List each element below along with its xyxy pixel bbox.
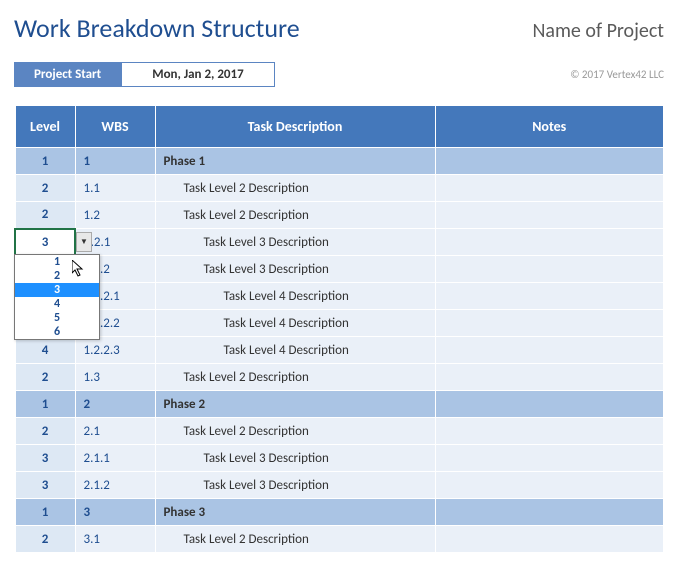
notes-cell[interactable] [435,202,664,229]
notes-cell[interactable] [435,256,664,283]
level-cell[interactable]: 2 [15,175,75,202]
level-cell[interactable]: 2 [15,418,75,445]
project-start-label: Project Start [14,62,121,87]
table-row: 3▼1234561.2.1Task Level 3 Description [15,229,664,256]
wbs-cell[interactable]: 1.3 [75,364,155,391]
desc-cell[interactable]: Phase 2 [155,391,435,418]
desc-cell[interactable]: Task Level 4 Description [155,310,435,337]
desc-cell[interactable]: Task Level 3 Description [155,229,435,256]
level-cell[interactable]: 1 [15,499,75,526]
dropdown-item[interactable]: 3 [15,283,99,297]
level-cell[interactable]: 3 [15,445,75,472]
wbs-table: Level WBS Task Description Notes 11Phase… [14,105,664,553]
wbs-cell[interactable]: 3.1 [75,526,155,553]
table-row: 32.1.1Task Level 3 Description [15,445,664,472]
dropdown-item[interactable]: 6 [15,325,99,339]
notes-cell[interactable] [435,310,664,337]
table-header-row: Level WBS Task Description Notes [15,106,664,148]
page-title: Work Breakdown Structure [14,12,300,44]
wbs-cell[interactable]: 1.2 [75,202,155,229]
notes-cell[interactable] [435,175,664,202]
wbs-cell[interactable]: 2.1 [75,418,155,445]
desc-cell[interactable]: Task Level 2 Description [155,418,435,445]
desc-cell[interactable]: Task Level 2 Description [155,364,435,391]
table-row: 22.1Task Level 2 Description [15,418,664,445]
table-row: 31.2.2Task Level 3 Description [15,256,664,283]
notes-cell[interactable] [435,337,664,364]
notes-cell[interactable] [435,229,664,256]
table-row: 41.2.2.1Task Level 4 Description [15,283,664,310]
dropdown-list: 123456 [14,254,100,340]
notes-cell[interactable] [435,472,664,499]
dropdown-button[interactable]: ▼ [76,232,92,252]
notes-cell[interactable] [435,526,664,553]
wbs-cell[interactable]: 1.1 [75,175,155,202]
wbs-cell[interactable]: 2.1.2 [75,472,155,499]
header-row: Work Breakdown Structure Name of Project [14,12,664,44]
notes-cell[interactable] [435,445,664,472]
table-row: 12Phase 2 [15,391,664,418]
col-header-notes: Notes [435,106,664,148]
col-header-level: Level [15,106,75,148]
desc-cell[interactable]: Task Level 2 Description [155,202,435,229]
col-header-desc: Task Description [155,106,435,148]
notes-cell[interactable] [435,148,664,175]
table-row: 41.2.2.3Task Level 4 Description [15,337,664,364]
desc-cell[interactable]: Task Level 3 Description [155,445,435,472]
wbs-cell[interactable]: 2.1.1 [75,445,155,472]
notes-cell[interactable] [435,499,664,526]
dropdown-item[interactable]: 4 [15,297,99,311]
wbs-cell[interactable]: 1.2.2.3 [75,337,155,364]
table-row: 21.1Task Level 2 Description [15,175,664,202]
wbs-cell[interactable]: 1 [75,148,155,175]
level-cell[interactable]: 2 [15,202,75,229]
notes-cell[interactable] [435,364,664,391]
level-cell[interactable]: 3 [15,472,75,499]
desc-cell[interactable]: Task Level 4 Description [155,337,435,364]
dropdown-item[interactable]: 5 [15,311,99,325]
dropdown-item[interactable]: 2 [15,269,99,283]
col-header-wbs: WBS [75,106,155,148]
desc-cell[interactable]: Phase 1 [155,148,435,175]
level-cell[interactable]: 2 [15,364,75,391]
desc-cell[interactable]: Task Level 2 Description [155,175,435,202]
level-cell[interactable]: 4 [15,337,75,364]
cursor-icon [72,260,86,278]
project-name: Name of Project [532,19,664,43]
desc-cell[interactable]: Phase 3 [155,499,435,526]
table-row: 21.2Task Level 2 Description [15,202,664,229]
level-cell[interactable]: 2 [15,526,75,553]
desc-cell[interactable]: Task Level 2 Description [155,526,435,553]
desc-cell[interactable]: Task Level 3 Description [155,472,435,499]
level-cell[interactable]: 1 [15,391,75,418]
project-start-date[interactable]: Mon, Jan 2, 2017 [121,62,275,87]
level-cell[interactable]: 1 [15,148,75,175]
dropdown-item[interactable]: 1 [15,255,99,269]
table-row: 32.1.2Task Level 3 Description [15,472,664,499]
table-row: 41.2.2.2Task Level 4 Description [15,310,664,337]
wbs-cell[interactable]: 2 [75,391,155,418]
wbs-cell[interactable]: 3 [75,499,155,526]
desc-cell[interactable]: Task Level 4 Description [155,283,435,310]
table-row: 11Phase 1 [15,148,664,175]
table-row: 21.3Task Level 2 Description [15,364,664,391]
desc-cell[interactable]: Task Level 3 Description [155,256,435,283]
level-cell[interactable]: 3▼123456 [15,229,75,256]
notes-cell[interactable] [435,391,664,418]
project-start-row: Project Start Mon, Jan 2, 2017 © 2017 Ve… [14,62,664,87]
notes-cell[interactable] [435,283,664,310]
notes-cell[interactable] [435,418,664,445]
table-row: 13Phase 3 [15,499,664,526]
copyright-text: © 2017 Vertex42 LLC [570,68,664,81]
table-row: 23.1Task Level 2 Description [15,526,664,553]
